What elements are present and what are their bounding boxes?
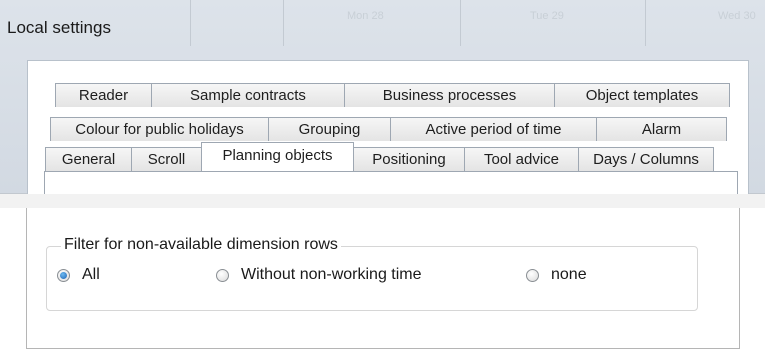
tab-grouping[interactable]: Grouping — [268, 117, 391, 141]
radio-option-all[interactable]: All — [57, 266, 100, 284]
planning-objects-panel: Filter for non-available dimension rows … — [0, 208, 765, 355]
settings-window: Mon 28 Tue 29 Wed 30 Local settings Read… — [0, 0, 765, 194]
radio-none[interactable] — [526, 268, 539, 282]
tab-business-processes[interactable]: Business processes — [344, 83, 555, 107]
tab-colour-public-holidays[interactable]: Colour for public holidays — [50, 117, 269, 141]
tab-alarm[interactable]: Alarm — [596, 117, 727, 141]
filter-group-title: Filter for non-available dimension rows — [61, 236, 341, 254]
bg-column-header: Tue 29 — [530, 10, 564, 22]
tab-row-2: Colour for public holidays Grouping Acti… — [50, 117, 727, 141]
bg-column-divider — [190, 0, 191, 46]
bg-column-divider — [460, 0, 461, 46]
radio-label-without-non-working-time: Without non-working time — [241, 266, 422, 283]
bg-column-divider — [283, 0, 284, 46]
radio-all[interactable] — [57, 268, 70, 282]
bg-column-divider — [645, 0, 646, 46]
window-title: Local settings — [7, 18, 111, 37]
tab-row-3: General Scroll Planning objects Position… — [45, 142, 714, 171]
radio-without-non-working-time[interactable] — [216, 268, 229, 282]
tab-active-period[interactable]: Active period of time — [390, 117, 597, 141]
bg-column-header: Mon 28 — [347, 10, 384, 22]
tab-row-1: Reader Sample contracts Business process… — [55, 83, 730, 107]
tab-scroll[interactable]: Scroll — [131, 147, 202, 171]
radio-label-none: none — [551, 266, 587, 283]
tab-panel — [44, 171, 738, 194]
tab-days-columns[interactable]: Days / Columns — [578, 147, 714, 171]
tab-general[interactable]: General — [45, 147, 132, 171]
tab-reader[interactable]: Reader — [55, 83, 152, 107]
radio-option-without-non-working-time[interactable]: Without non-working time — [216, 266, 422, 284]
tab-object-templates[interactable]: Object templates — [554, 83, 730, 107]
tab-tool-advice[interactable]: Tool advice — [464, 147, 579, 171]
bg-column-header: Wed 30 — [718, 10, 756, 22]
radio-label-all: All — [82, 266, 100, 283]
tab-positioning[interactable]: Positioning — [353, 147, 465, 171]
tab-planning-objects[interactable]: Planning objects — [201, 142, 354, 170]
radio-option-none[interactable]: none — [526, 266, 587, 284]
tab-sample-contracts[interactable]: Sample contracts — [151, 83, 345, 107]
